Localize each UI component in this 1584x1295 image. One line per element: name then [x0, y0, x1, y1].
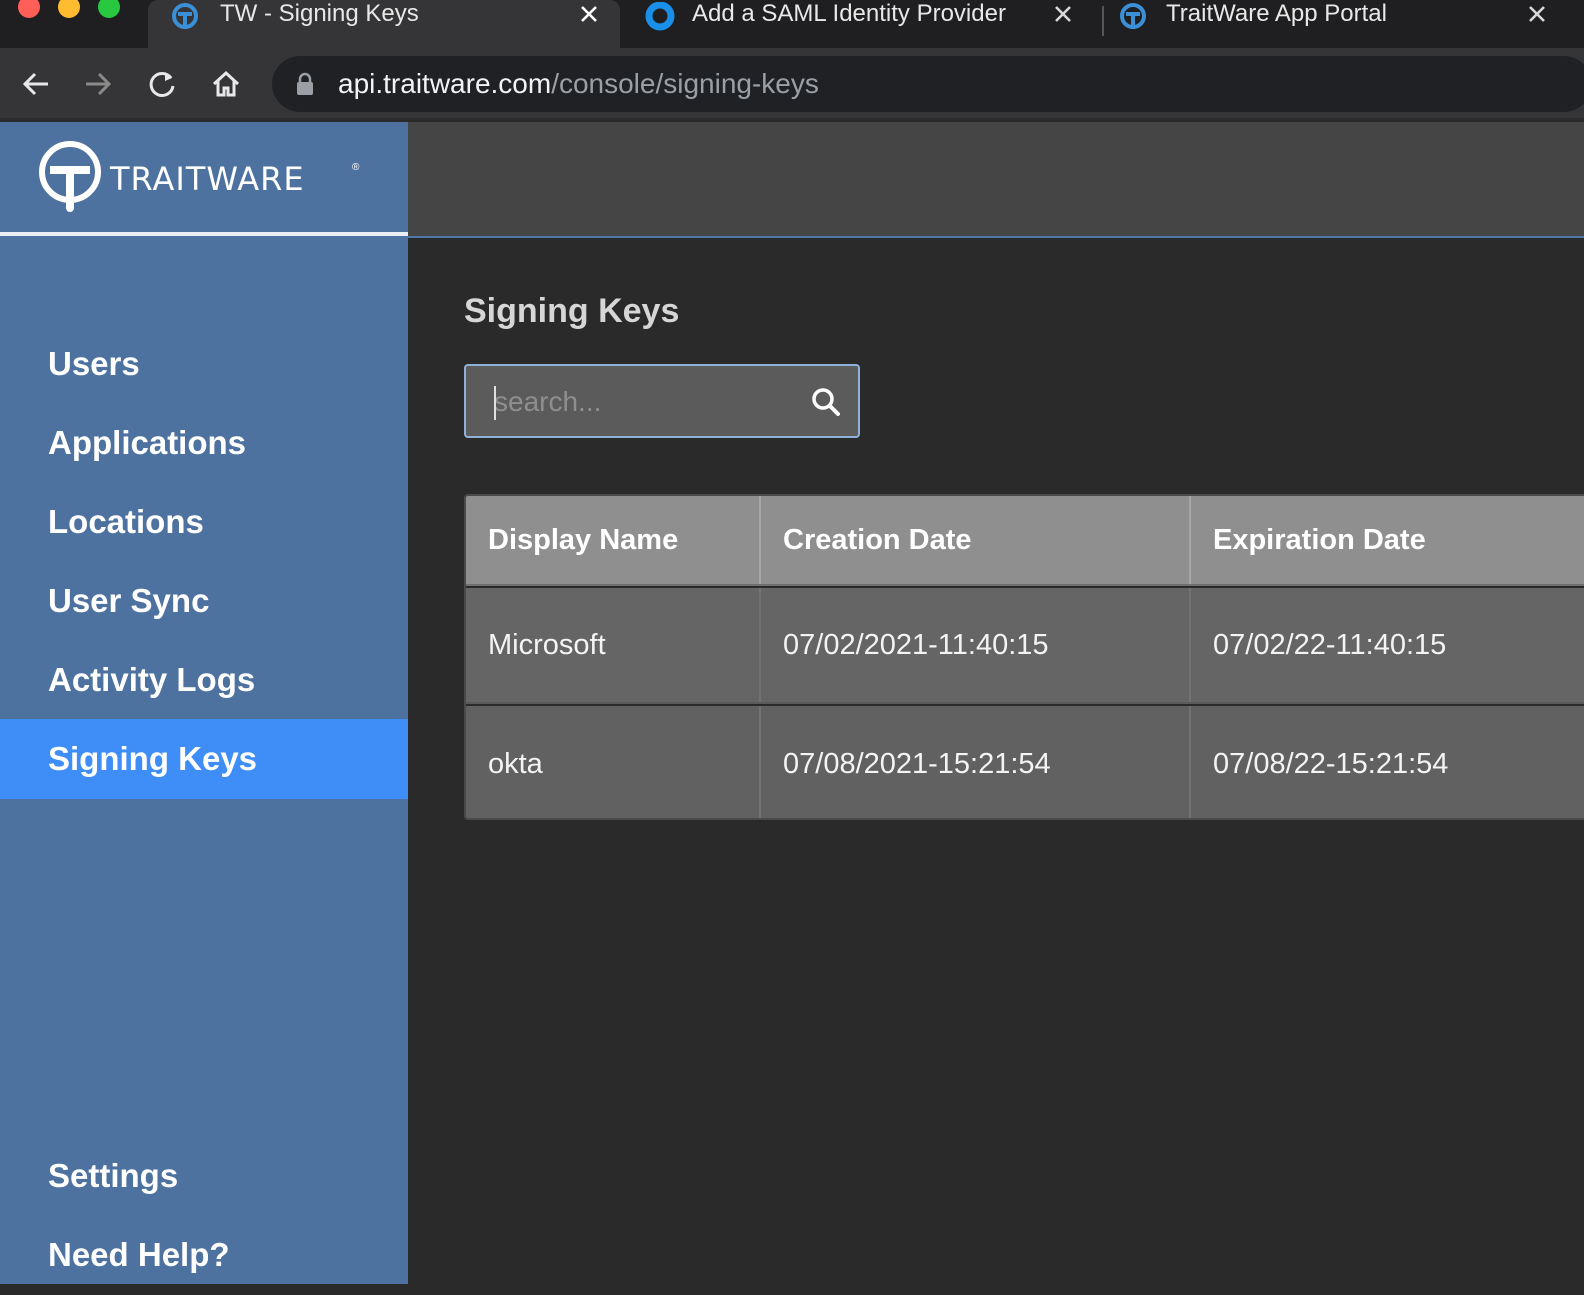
- minimize-window-button[interactable]: [58, 0, 80, 18]
- forward-arrow-icon[interactable]: [78, 64, 118, 104]
- cell-expiration-date: 07/02/22-11:40:15: [1213, 628, 1447, 661]
- close-tab-icon[interactable]: [1050, 0, 1076, 28]
- sidebar: TRAITWARE ® Users Applications Locations…: [0, 122, 408, 1284]
- sidebar-item-label: Applications: [48, 424, 247, 461]
- app-header: [408, 122, 1584, 238]
- maximize-window-button[interactable]: [98, 0, 120, 18]
- sidebar-item-settings[interactable]: Settings: [0, 1136, 408, 1216]
- cell-creation-date: 07/02/2021-11:40:15: [761, 588, 1191, 702]
- column-header-expiration-date[interactable]: Expiration Date: [1191, 496, 1584, 584]
- browser-tab-bar: TW - Signing Keys Add a SAML Identity Pr…: [0, 0, 1584, 48]
- okta-favicon-icon: [644, 1, 675, 32]
- close-tab-icon[interactable]: [576, 0, 602, 28]
- sidebar-item-label: Activity Logs: [48, 661, 256, 698]
- browser-tab-saml-provider[interactable]: Add a SAML Identity Provider: [630, 0, 1100, 48]
- sidebar-item-signing-keys[interactable]: Signing Keys: [0, 719, 408, 799]
- sidebar-item-label: Signing Keys: [48, 740, 258, 777]
- tab-title: TraitWare App Portal: [1166, 0, 1387, 27]
- main-content: Signing Keys Display Name Creation Date …: [408, 240, 1584, 1284]
- sidebar-item-need-help[interactable]: Need Help?: [0, 1215, 408, 1295]
- tab-title: Add a SAML Identity Provider: [692, 0, 1006, 27]
- lock-icon: [296, 72, 314, 101]
- cell-creation-date: 07/08/2021-15:21:54: [761, 706, 1191, 818]
- registered-mark: ®: [352, 162, 360, 173]
- column-header-creation-date[interactable]: Creation Date: [761, 496, 1191, 584]
- cell-display-name: okta: [466, 706, 761, 818]
- browser-toolbar: api.traitware.com/console/signing-keys: [0, 48, 1584, 120]
- close-window-button[interactable]: [18, 0, 40, 18]
- sidebar-item-label: Users: [48, 345, 140, 382]
- sidebar-item-label: User Sync: [48, 582, 210, 619]
- url-path: /console/signing-keys: [551, 68, 819, 99]
- column-header-display-name[interactable]: Display Name: [466, 496, 761, 584]
- close-tab-icon[interactable]: [1524, 0, 1550, 28]
- signing-keys-table: Display Name Creation Date Expiration Da…: [464, 494, 1584, 820]
- table-row[interactable]: Microsoft 07/02/2021-11:40:15 07/02/22-1…: [466, 588, 1584, 704]
- sidebar-item-user-sync[interactable]: User Sync: [0, 561, 408, 641]
- traitware-favicon-icon: [1118, 2, 1148, 32]
- address-bar[interactable]: api.traitware.com/console/signing-keys: [272, 56, 1584, 112]
- cell-expiration-date: 07/08/22-15:21:54: [1213, 747, 1449, 780]
- sidebar-item-label: Settings: [48, 1157, 179, 1194]
- sidebar-item-locations[interactable]: Locations: [0, 482, 408, 562]
- browser-tab-signing-keys[interactable]: TW - Signing Keys: [148, 0, 620, 48]
- text-caret: [494, 386, 496, 420]
- back-arrow-icon[interactable]: [16, 64, 56, 104]
- traitware-favicon-icon: [170, 2, 200, 32]
- sidebar-item-label: Need Help?: [48, 1236, 230, 1273]
- page-title: Signing Keys: [464, 292, 680, 330]
- cell-display-name: Microsoft: [466, 588, 761, 702]
- sidebar-item-activity-logs[interactable]: Activity Logs: [0, 640, 408, 720]
- url-text: api.traitware.com/console/signing-keys: [338, 68, 819, 100]
- traitware-logo[interactable]: TRAITWARE ®: [0, 122, 408, 236]
- url-host: api.traitware.com: [338, 68, 552, 99]
- table-row[interactable]: okta 07/08/2021-15:21:54 07/08/22-15:21:…: [466, 706, 1584, 818]
- reload-icon[interactable]: [142, 64, 182, 104]
- table-header-row: Display Name Creation Date Expiration Da…: [466, 496, 1584, 586]
- search-icon[interactable]: [810, 386, 842, 423]
- home-icon[interactable]: [206, 64, 246, 104]
- search-input[interactable]: [494, 380, 794, 424]
- sidebar-item-users[interactable]: Users: [0, 324, 408, 404]
- logo-wordmark: TRAITWARE: [110, 160, 305, 198]
- sidebar-item-label: Locations: [48, 503, 204, 540]
- browser-tab-app-portal[interactable]: TraitWare App Portal: [1104, 0, 1584, 48]
- sidebar-item-applications[interactable]: Applications: [0, 403, 408, 483]
- traitware-logo-icon: [39, 141, 101, 212]
- tab-title: TW - Signing Keys: [220, 0, 419, 27]
- search-box[interactable]: [464, 364, 860, 438]
